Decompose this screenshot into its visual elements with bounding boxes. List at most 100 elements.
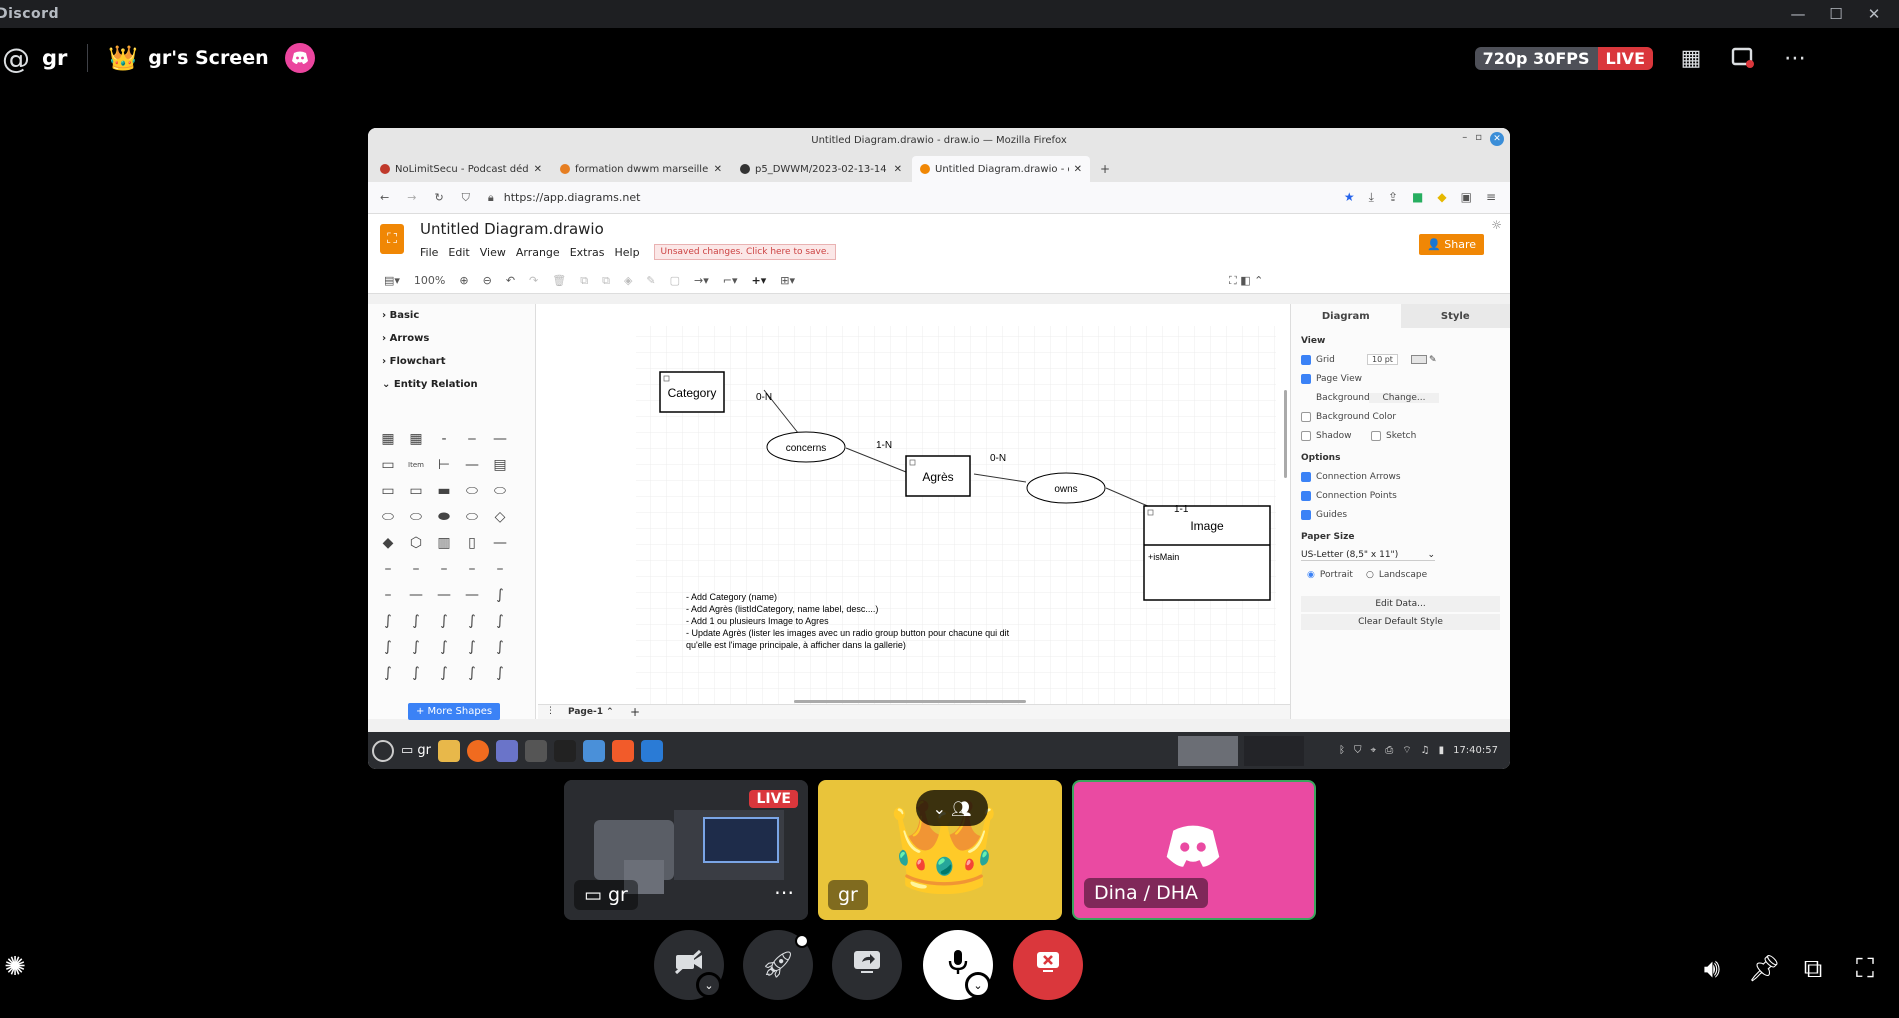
- shape-curve-icon[interactable]: ∫: [460, 662, 484, 684]
- shape-curve-icon[interactable]: ∫: [376, 610, 400, 632]
- clock[interactable]: 17:40:57: [1453, 745, 1498, 756]
- vm-app-icon[interactable]: [583, 739, 606, 762]
- music-icon[interactable]: ♫: [1421, 745, 1430, 756]
- shape-curve-icon[interactable]: ∫: [460, 636, 484, 658]
- location-icon[interactable]: ⌖: [1371, 745, 1377, 756]
- unsaved-changes-button[interactable]: Unsaved changes. Click here to save.: [653, 244, 837, 260]
- menu-help[interactable]: Help: [614, 246, 639, 259]
- settings-app-icon[interactable]: [525, 739, 548, 762]
- browser-tab-3[interactable]: p5_DWWM/2023-02-13-14 ✕: [732, 156, 910, 182]
- reload-icon[interactable]: ↻: [434, 191, 443, 204]
- grid-checkbox[interactable]: [1301, 354, 1311, 365]
- menu-file[interactable]: File: [420, 246, 438, 259]
- add-page-icon[interactable]: +: [630, 705, 640, 719]
- clear-default-style-button[interactable]: Clear Default Style: [1301, 614, 1500, 630]
- shape-line-icon[interactable]: —: [488, 428, 512, 450]
- shape-curve-icon[interactable]: ∫: [488, 636, 512, 658]
- entity-image[interactable]: Image +isMain: [1143, 505, 1271, 601]
- tab-close-icon[interactable]: ✕: [714, 164, 722, 175]
- grid-color-swatch[interactable]: [1411, 355, 1427, 364]
- back-icon[interactable]: ←: [380, 191, 389, 204]
- relation-owns[interactable]: owns: [1026, 472, 1106, 504]
- url-bar[interactable]: https://app.diagrams.net: [504, 191, 641, 204]
- volume-icon[interactable]: 🔊︎: [1697, 954, 1727, 984]
- shape-connector-icon[interactable]: ⊢: [432, 454, 456, 476]
- tab-style[interactable]: Style: [1400, 304, 1510, 328]
- camera-toggle-button[interactable]: ⌄: [654, 930, 724, 1000]
- insert-icon[interactable]: +▾: [752, 274, 767, 287]
- sidebar-section-flowchart[interactable]: › Flowchart: [368, 350, 535, 373]
- more-options-icon[interactable]: ⋯: [1781, 44, 1809, 72]
- horizontal-scrollbar[interactable]: [794, 700, 1026, 703]
- workspace-preview-1[interactable]: [1178, 736, 1238, 766]
- shape-ellipse-icon[interactable]: ⬭: [488, 480, 512, 502]
- connection-points-checkbox[interactable]: [1301, 490, 1311, 501]
- shape-curve-icon[interactable]: ∫: [432, 662, 456, 684]
- to-back-icon[interactable]: ⧉: [602, 274, 610, 288]
- landscape-radio[interactable]: ○: [1366, 570, 1374, 580]
- header-username[interactable]: gr: [42, 46, 67, 70]
- shape-line-icon[interactable]: ‒: [460, 428, 484, 450]
- sidebar-section-basic[interactable]: › Basic: [368, 304, 535, 327]
- new-tab-icon[interactable]: +: [1100, 162, 1110, 176]
- tab-close-icon[interactable]: ✕: [534, 164, 542, 175]
- tab-close-icon[interactable]: ✕: [894, 164, 902, 175]
- background-color-checkbox[interactable]: [1301, 411, 1311, 422]
- forward-icon[interactable]: →: [407, 191, 416, 204]
- share-button[interactable]: 👤 Share: [1419, 234, 1484, 255]
- popout-window-icon[interactable]: ⧉: [1798, 954, 1828, 984]
- change-background-button[interactable]: Change...: [1369, 392, 1439, 403]
- battery-icon[interactable]: ▮: [1439, 745, 1445, 756]
- brave-app-icon[interactable]: [612, 739, 635, 762]
- browser-tab-4-active[interactable]: Untitled Diagram.drawio - d ✕: [912, 156, 1090, 182]
- shape-ellipse-icon[interactable]: ⬭: [404, 506, 428, 528]
- pages-menu-icon[interactable]: ⋮: [546, 706, 555, 716]
- shield-icon[interactable]: ⛉: [462, 191, 470, 205]
- shape-curve-icon[interactable]: ∫: [376, 662, 400, 684]
- shape-curve-icon[interactable]: ∫: [404, 662, 428, 684]
- tile-stream-preview[interactable]: LIVE ▭ gr ⋯: [564, 780, 808, 920]
- browser-tab-2[interactable]: formation dwwm marseille ✕: [552, 156, 730, 182]
- download-icon[interactable]: ⤓: [1369, 190, 1374, 205]
- shape-dash-icon[interactable]: -: [432, 428, 456, 450]
- shape-curve-icon[interactable]: ∫: [488, 662, 512, 684]
- grid-layout-icon[interactable]: ▦: [1677, 44, 1705, 72]
- wifi-icon[interactable]: ⌔: [1402, 744, 1411, 757]
- fill-color-icon[interactable]: ◈: [624, 274, 632, 287]
- menu-view[interactable]: View: [480, 246, 506, 259]
- menu-edit[interactable]: Edit: [448, 246, 469, 259]
- firefox-restore-icon[interactable]: ▫: [1475, 132, 1482, 146]
- terminal-app-icon[interactable]: [554, 739, 577, 762]
- delete-icon[interactable]: 🗑︎: [552, 274, 566, 287]
- security-icon[interactable]: ⛉: [1354, 745, 1362, 756]
- participants-toggle[interactable]: ⌄ 👥︎: [916, 790, 988, 826]
- zoom-level[interactable]: 100%: [414, 274, 445, 287]
- tab-close-icon[interactable]: ✕: [1074, 164, 1082, 175]
- diagram-canvas[interactable]: Category concerns Agrès owns Image +isMa…: [538, 304, 1290, 704]
- activity-button[interactable]: 🚀︎: [743, 930, 813, 1000]
- relation-concerns[interactable]: concerns: [766, 431, 846, 463]
- edit-data-button[interactable]: Edit Data...: [1301, 596, 1500, 612]
- leave-call-button[interactable]: [1013, 930, 1083, 1000]
- extension-3-icon[interactable]: ▣: [1461, 190, 1472, 205]
- line-color-icon[interactable]: ✎: [646, 274, 655, 287]
- shape-rect-icon[interactable]: ▬: [432, 480, 456, 502]
- share-icon[interactable]: ⇪: [1388, 190, 1398, 205]
- shape-line-icon[interactable]: –: [460, 558, 484, 580]
- shape-line-icon[interactable]: –: [376, 584, 400, 606]
- page-tab[interactable]: Page-1 ⌃: [568, 707, 614, 717]
- shape-curve-icon[interactable]: ∫: [460, 610, 484, 632]
- shape-curve-icon[interactable]: ∫: [488, 584, 512, 606]
- shape-ellipse-icon[interactable]: ⬭: [460, 480, 484, 502]
- shape-rect-icon[interactable]: ▭: [404, 480, 428, 502]
- tile-user-dina[interactable]: Dina / DHA: [1072, 780, 1316, 920]
- page-view-checkbox[interactable]: [1301, 373, 1311, 384]
- vertical-scrollbar[interactable]: [1284, 390, 1287, 478]
- shape-ellipse-icon[interactable]: ⬭: [460, 506, 484, 528]
- shape-table-icon[interactable]: ▦: [376, 428, 400, 450]
- sidebar-section-entity-relation[interactable]: ⌄ Entity Relation: [368, 373, 535, 396]
- microphone-button[interactable]: ⌄: [923, 930, 993, 1000]
- camera-options-caret[interactable]: ⌄: [696, 972, 722, 998]
- diagram-filename[interactable]: Untitled Diagram.drawio: [420, 220, 604, 238]
- shape-table-icon[interactable]: ▥: [432, 532, 456, 554]
